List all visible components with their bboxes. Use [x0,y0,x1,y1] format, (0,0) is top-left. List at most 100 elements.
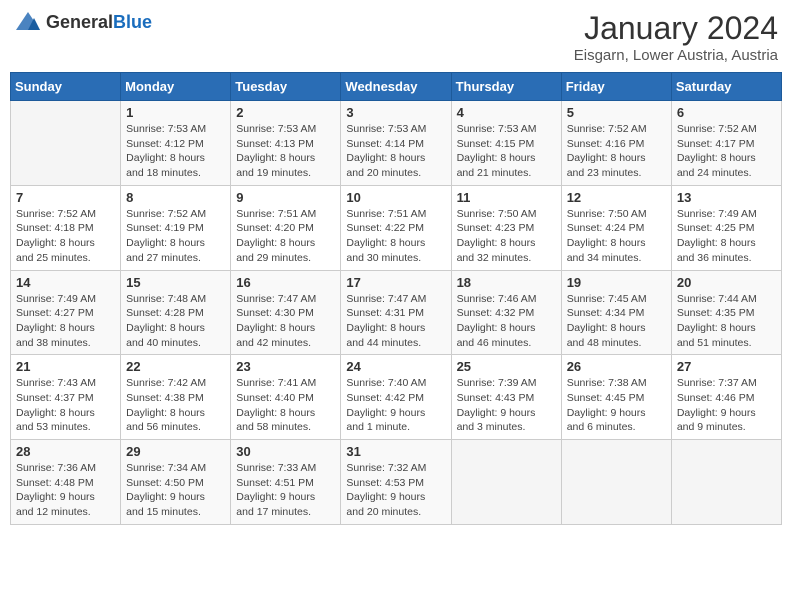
day-detail: Sunrise: 7:36 AMSunset: 4:48 PMDaylight:… [16,461,115,520]
day-detail: Sunrise: 7:53 AMSunset: 4:13 PMDaylight:… [236,122,335,181]
day-number: 15 [126,275,225,290]
table-row: 13 Sunrise: 7:49 AMSunset: 4:25 PMDayligh… [671,185,781,270]
day-number: 6 [677,105,776,120]
page-header: GeneralBlue January 2024 Eisgarn, Lower … [10,10,782,64]
col-tuesday: Tuesday [231,73,341,101]
table-row: 19 Sunrise: 7:45 AMSunset: 4:34 PMDayligh… [561,270,671,355]
day-detail: Sunrise: 7:52 AMSunset: 4:18 PMDaylight:… [16,207,115,266]
day-detail: Sunrise: 7:39 AMSunset: 4:43 PMDaylight:… [457,376,556,435]
day-number: 19 [567,275,666,290]
day-detail: Sunrise: 7:32 AMSunset: 4:53 PMDaylight:… [346,461,445,520]
table-row: 27Sunrise: 7:37 AMSunset: 4:46 PMDayligh… [671,355,781,440]
day-number: 20 [677,275,776,290]
table-row: 9 Sunrise: 7:51 AMSunset: 4:20 PMDaylight… [231,185,341,270]
day-detail: Sunrise: 7:41 AMSunset: 4:40 PMDaylight:… [236,376,335,435]
day-number: 13 [677,190,776,205]
day-number: 8 [126,190,225,205]
month-title: January 2024 [574,10,778,47]
logo-text: GeneralBlue [46,12,152,33]
day-number: 5 [567,105,666,120]
day-detail: Sunrise: 7:37 AMSunset: 4:46 PMDaylight:… [677,376,776,435]
day-detail: Sunrise: 7:42 AMSunset: 4:38 PMDaylight:… [126,376,225,435]
day-number: 26 [567,359,666,374]
table-row: 23Sunrise: 7:41 AMSunset: 4:40 PMDayligh… [231,355,341,440]
logo-blue: Blue [113,12,152,32]
logo-icon [14,10,42,34]
day-detail: Sunrise: 7:43 AMSunset: 4:37 PMDaylight:… [16,376,115,435]
day-detail: Sunrise: 7:51 AMSunset: 4:20 PMDaylight:… [236,207,335,266]
location-title: Eisgarn, Lower Austria, Austria [574,47,778,64]
table-row: 1 Sunrise: 7:53 AMSunset: 4:12 PMDaylight… [121,101,231,186]
day-number: 1 [126,105,225,120]
col-friday: Friday [561,73,671,101]
day-detail: Sunrise: 7:52 AMSunset: 4:19 PMDaylight:… [126,207,225,266]
table-row [451,440,561,525]
table-row [11,101,121,186]
col-monday: Monday [121,73,231,101]
day-detail: Sunrise: 7:47 AMSunset: 4:30 PMDaylight:… [236,292,335,351]
calendar-week-row: 21Sunrise: 7:43 AMSunset: 4:37 PMDayligh… [11,355,782,440]
day-detail: Sunrise: 7:53 AMSunset: 4:14 PMDaylight:… [346,122,445,181]
table-row: 24Sunrise: 7:40 AMSunset: 4:42 PMDayligh… [341,355,451,440]
table-row: 25 Sunrise: 7:39 AMSunset: 4:43 PMDayligh… [451,355,561,440]
day-detail: Sunrise: 7:44 AMSunset: 4:35 PMDaylight:… [677,292,776,351]
calendar-table: Sunday Monday Tuesday Wednesday Thursday… [10,72,782,525]
table-row: 12 Sunrise: 7:50 AMSunset: 4:24 PMDayligh… [561,185,671,270]
day-detail: Sunrise: 7:49 AMSunset: 4:27 PMDaylight:… [16,292,115,351]
day-detail: Sunrise: 7:40 AMSunset: 4:42 PMDaylight:… [346,376,445,435]
day-detail: Sunrise: 7:33 AMSunset: 4:51 PMDaylight:… [236,461,335,520]
day-detail: Sunrise: 7:52 AMSunset: 4:16 PMDaylight:… [567,122,666,181]
day-number: 10 [346,190,445,205]
table-row: 2 Sunrise: 7:53 AMSunset: 4:13 PMDaylight… [231,101,341,186]
day-detail: Sunrise: 7:49 AMSunset: 4:25 PMDaylight:… [677,207,776,266]
table-row: 18 Sunrise: 7:46 AMSunset: 4:32 PMDayligh… [451,270,561,355]
table-row: 16 Sunrise: 7:47 AMSunset: 4:30 PMDayligh… [231,270,341,355]
day-number: 18 [457,275,556,290]
table-row: 15Sunrise: 7:48 AMSunset: 4:28 PMDayligh… [121,270,231,355]
day-number: 25 [457,359,556,374]
day-detail: Sunrise: 7:51 AMSunset: 4:22 PMDaylight:… [346,207,445,266]
table-row: 11Sunrise: 7:50 AMSunset: 4:23 PMDayligh… [451,185,561,270]
table-row: 28 Sunrise: 7:36 AMSunset: 4:48 PMDayligh… [11,440,121,525]
table-row: 14Sunrise: 7:49 AMSunset: 4:27 PMDayligh… [11,270,121,355]
calendar-header-row: Sunday Monday Tuesday Wednesday Thursday… [11,73,782,101]
day-number: 28 [16,444,115,459]
calendar-week-row: 7 Sunrise: 7:52 AMSunset: 4:18 PMDaylight… [11,185,782,270]
day-number: 11 [457,190,556,205]
day-number: 31 [346,444,445,459]
day-number: 29 [126,444,225,459]
day-detail: Sunrise: 7:46 AMSunset: 4:32 PMDaylight:… [457,292,556,351]
day-detail: Sunrise: 7:50 AMSunset: 4:24 PMDaylight:… [567,207,666,266]
day-number: 17 [346,275,445,290]
table-row: 30Sunrise: 7:33 AMSunset: 4:51 PMDayligh… [231,440,341,525]
table-row: 31 Sunrise: 7:32 AMSunset: 4:53 PMDayligh… [341,440,451,525]
table-row: 22 Sunrise: 7:42 AMSunset: 4:38 PMDayligh… [121,355,231,440]
day-detail: Sunrise: 7:53 AMSunset: 4:12 PMDaylight:… [126,122,225,181]
col-thursday: Thursday [451,73,561,101]
table-row: 29 Sunrise: 7:34 AMSunset: 4:50 PMDayligh… [121,440,231,525]
title-block: January 2024 Eisgarn, Lower Austria, Aus… [574,10,778,64]
col-saturday: Saturday [671,73,781,101]
day-number: 12 [567,190,666,205]
day-number: 7 [16,190,115,205]
day-detail: Sunrise: 7:45 AMSunset: 4:34 PMDaylight:… [567,292,666,351]
day-number: 16 [236,275,335,290]
day-number: 22 [126,359,225,374]
logo: GeneralBlue [14,10,152,34]
table-row: 5 Sunrise: 7:52 AMSunset: 4:16 PMDaylight… [561,101,671,186]
table-row: 6 Sunrise: 7:52 AMSunset: 4:17 PMDaylight… [671,101,781,186]
col-sunday: Sunday [11,73,121,101]
day-detail: Sunrise: 7:34 AMSunset: 4:50 PMDaylight:… [126,461,225,520]
calendar-week-row: 28 Sunrise: 7:36 AMSunset: 4:48 PMDayligh… [11,440,782,525]
table-row: 21Sunrise: 7:43 AMSunset: 4:37 PMDayligh… [11,355,121,440]
calendar-week-row: 14Sunrise: 7:49 AMSunset: 4:27 PMDayligh… [11,270,782,355]
day-detail: Sunrise: 7:53 AMSunset: 4:15 PMDaylight:… [457,122,556,181]
day-number: 2 [236,105,335,120]
table-row: 4 Sunrise: 7:53 AMSunset: 4:15 PMDaylight… [451,101,561,186]
table-row: 10 Sunrise: 7:51 AMSunset: 4:22 PMDayligh… [341,185,451,270]
day-detail: Sunrise: 7:52 AMSunset: 4:17 PMDaylight:… [677,122,776,181]
calendar-week-row: 1 Sunrise: 7:53 AMSunset: 4:12 PMDaylight… [11,101,782,186]
day-number: 9 [236,190,335,205]
logo-general: General [46,12,113,32]
day-number: 4 [457,105,556,120]
